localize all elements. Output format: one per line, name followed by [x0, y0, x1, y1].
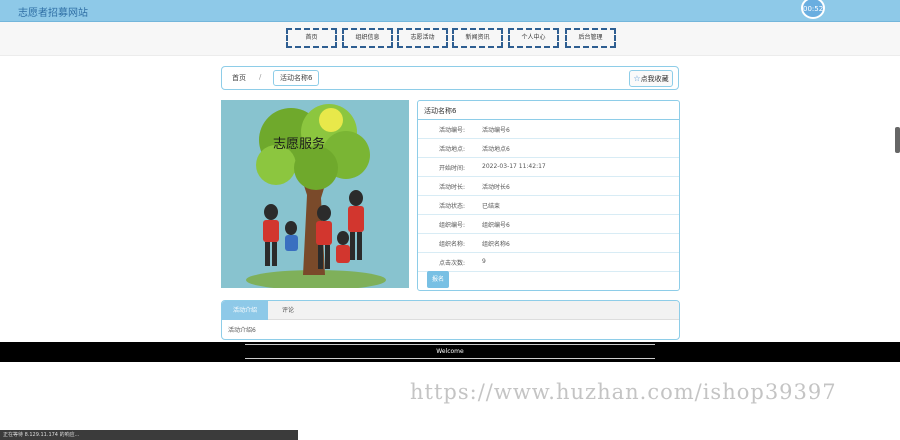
nav-item-activities[interactable]: 志愿活动: [397, 28, 448, 48]
detail-label: 组织编号:: [438, 222, 465, 229]
activity-tabs: 活动介绍 评论 活动介绍6: [221, 300, 680, 340]
nav-item-home[interactable]: 首页: [286, 28, 337, 48]
breadcrumb: 首页 / 活动名称6 ☆点我收藏: [221, 66, 679, 90]
favorite-label: 点我收藏: [640, 75, 669, 83]
signup-button[interactable]: 报名: [427, 271, 449, 288]
detail-row: 活动状态: 已结束: [418, 196, 679, 215]
activity-title: 活动名称6: [418, 101, 679, 120]
tab-intro[interactable]: 活动介绍: [222, 301, 268, 320]
nav-item-news[interactable]: 新闻资讯: [452, 28, 503, 48]
detail-label: 组织名称:: [438, 241, 465, 248]
activity-detail-panel: 活动名称6 活动编号: 活动编号6 活动地点: 活动地点6 开始时间: 2022…: [417, 100, 680, 291]
detail-label: 活动编号:: [438, 127, 465, 134]
detail-row: 活动时长: 活动时长6: [418, 177, 679, 196]
detail-row: 点击次数: 9: [418, 253, 679, 272]
footer: Welcome: [0, 342, 900, 362]
detail-value: 2022-03-17 11:42:17: [482, 163, 546, 170]
detail-value: 活动地点6: [482, 146, 510, 153]
nav-item-admin[interactable]: 后台管理: [565, 28, 616, 48]
detail-label: 活动时长:: [438, 184, 465, 191]
clock-badge: 00:52: [801, 0, 825, 19]
detail-row: 组织编号: 组织编号6: [418, 215, 679, 234]
detail-value: 组织编号6: [482, 222, 510, 229]
detail-value: 组织名称6: [482, 241, 510, 248]
banner-text: 志愿服务: [273, 136, 325, 152]
detail-value: 9: [482, 258, 486, 265]
scrollbar-thumb[interactable]: [895, 127, 900, 153]
tab-comments[interactable]: 评论: [268, 301, 308, 320]
watermark: https://www.huzhan.com/ishop39397: [410, 380, 837, 404]
volunteer-illustration: 志愿服务: [221, 100, 409, 288]
detail-row: 活动地点: 活动地点6: [418, 139, 679, 158]
footer-welcome: Welcome: [245, 344, 655, 359]
detail-label: 活动状态:: [438, 203, 465, 210]
favorite-button[interactable]: ☆点我收藏: [629, 70, 673, 87]
detail-value: 活动时长6: [482, 184, 510, 191]
detail-label: 点击次数:: [438, 260, 465, 267]
browser-status-bar: 正在等待 8.129.11.174 的响应...: [0, 430, 298, 440]
breadcrumb-home-link[interactable]: 首页: [232, 73, 246, 83]
top-header-bar: 志愿者招募网站 00:52: [0, 0, 900, 22]
detail-label: 活动地点:: [438, 146, 465, 153]
tab-content: 活动介绍6: [228, 327, 256, 334]
detail-row: 活动编号: 活动编号6: [418, 120, 679, 139]
site-title: 志愿者招募网站: [18, 8, 88, 19]
nav-item-organizations[interactable]: 组织信息: [342, 28, 393, 48]
detail-row: 组织名称: 组织名称6: [418, 234, 679, 253]
detail-value: 已结束: [482, 203, 501, 210]
breadcrumb-separator: /: [259, 73, 262, 81]
detail-value: 活动编号6: [482, 127, 510, 134]
activity-image: 志愿服务: [221, 100, 409, 288]
detail-label: 开始时间:: [438, 165, 465, 172]
breadcrumb-current: 活动名称6: [273, 70, 320, 86]
tabs-header: 活动介绍 评论: [222, 301, 679, 320]
star-icon: ☆: [633, 74, 641, 83]
detail-row: 开始时间: 2022-03-17 11:42:17: [418, 158, 679, 177]
nav-item-profile[interactable]: 个人中心: [508, 28, 559, 48]
main-nav: 首页 组织信息 志愿活动 新闻资讯 个人中心 后台管理: [0, 22, 900, 56]
